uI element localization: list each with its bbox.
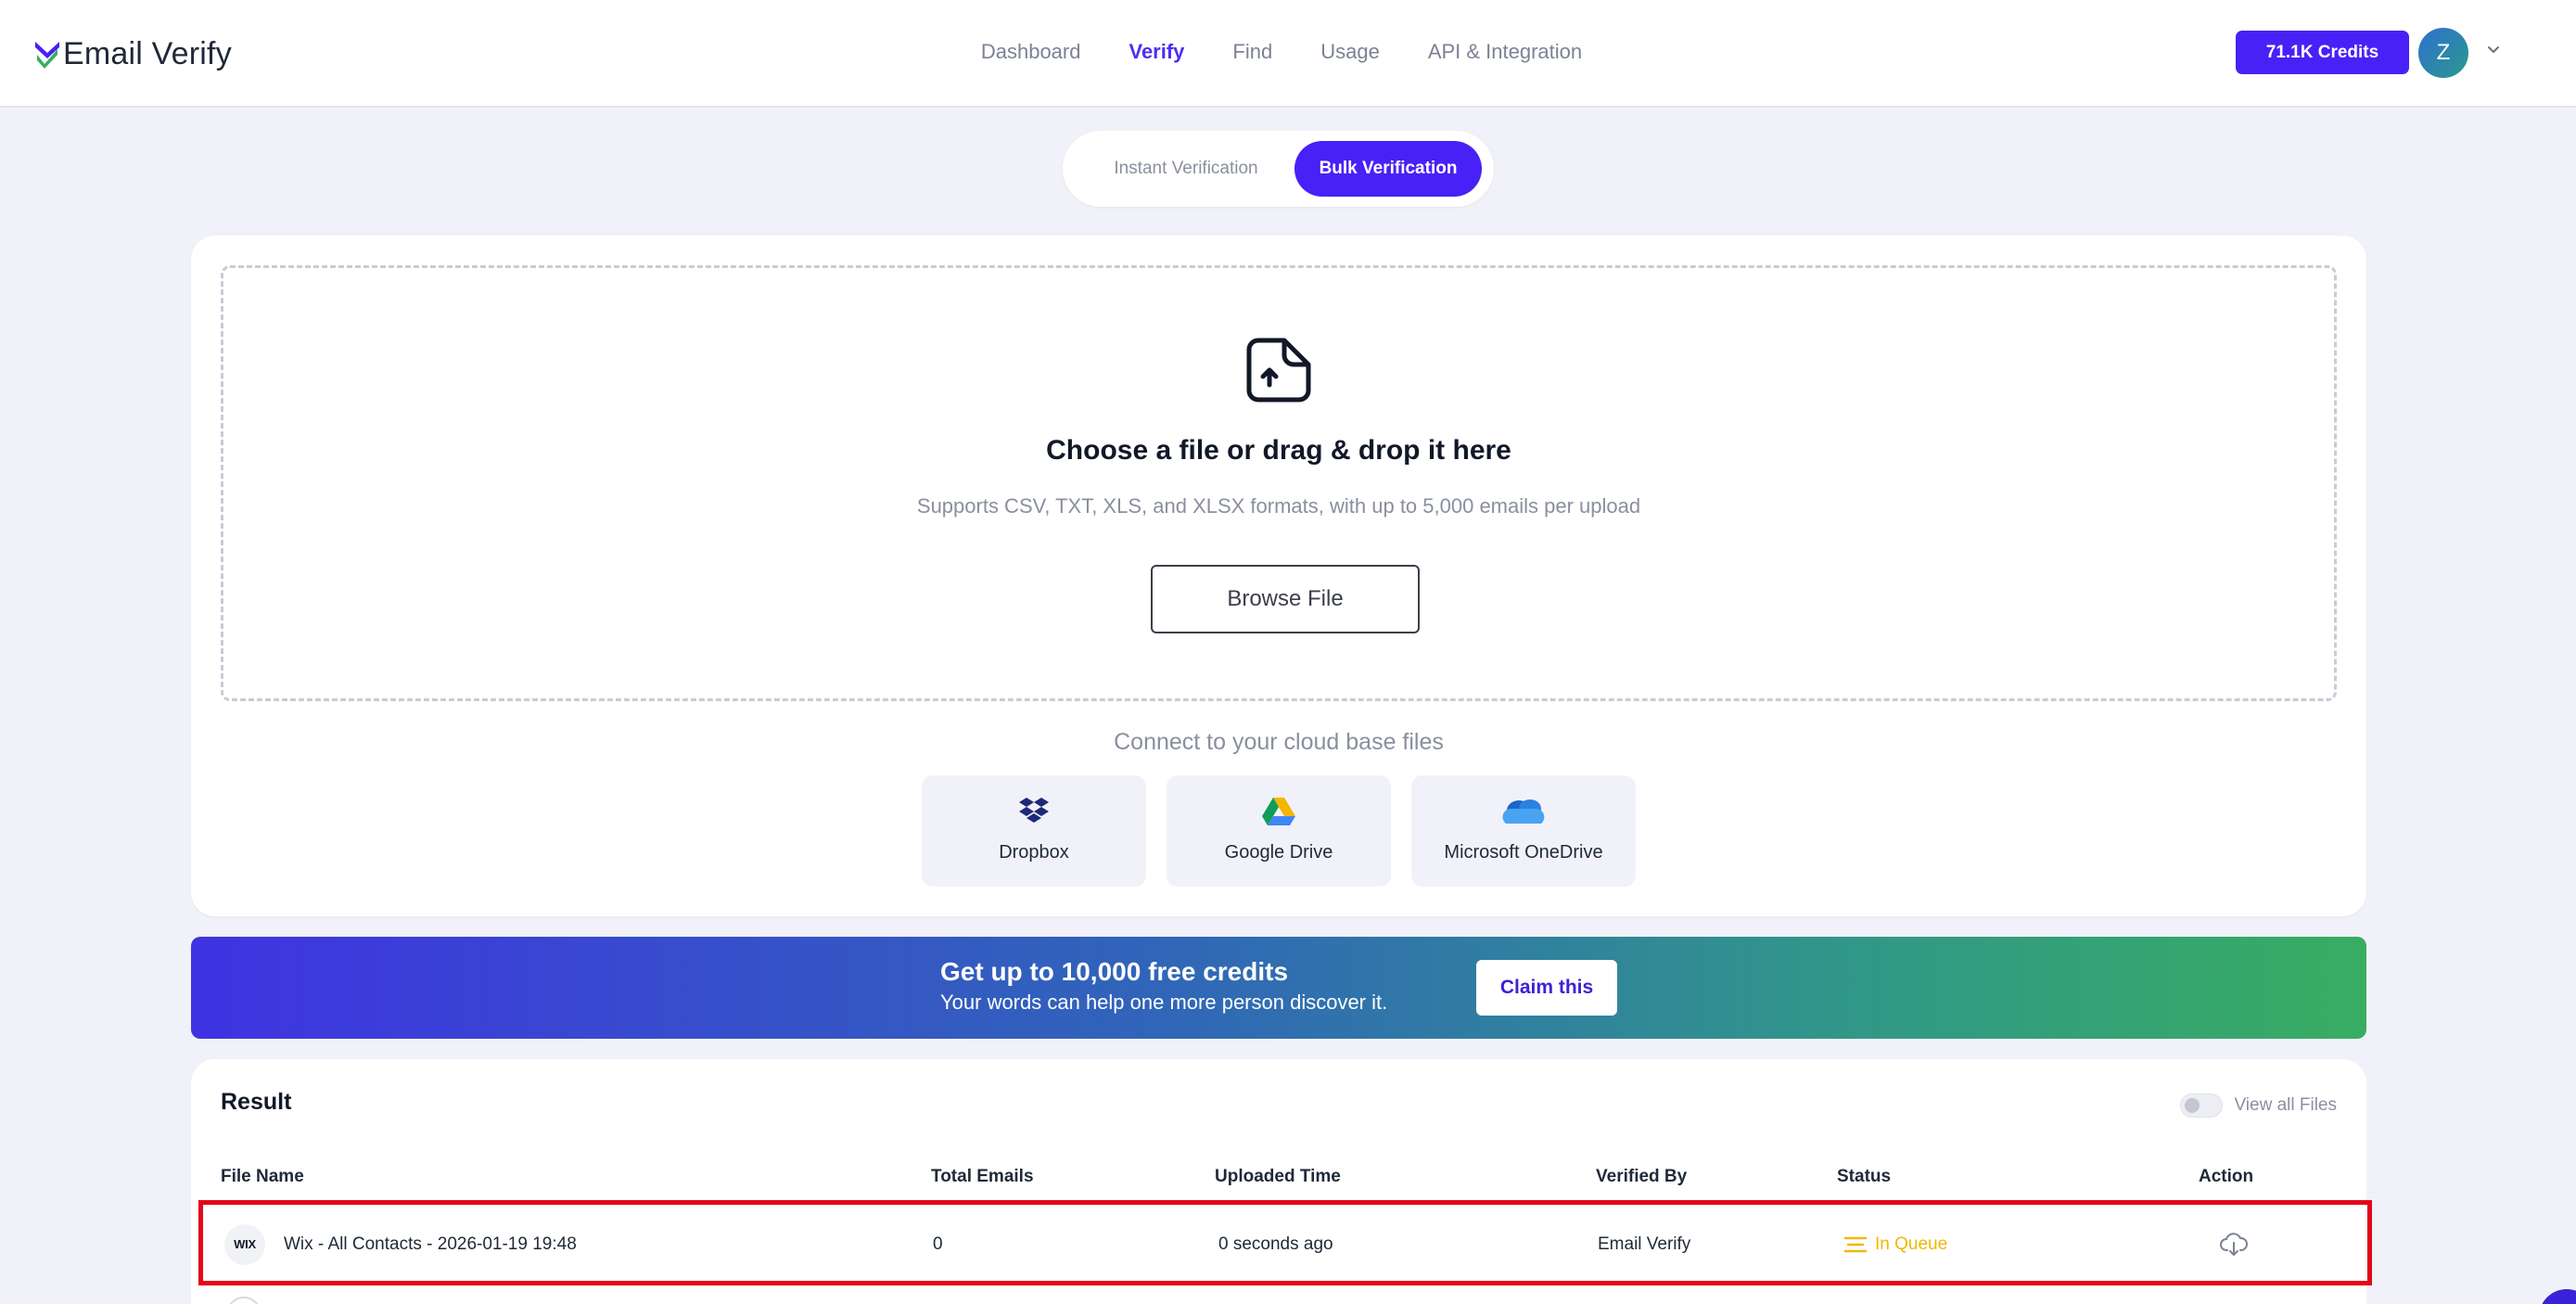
table-row[interactable]: WIX Wix - All Contacts - 2026-01-19 19:4… [198,1200,2359,1289]
file-name-cell: Wix - All Contacts - 2026-01-19 19:48 [284,1234,577,1254]
toggle-label: View all Files [2234,1095,2337,1115]
top-navbar: Email Verify Dashboard Verify Find Usage… [0,0,2576,108]
queue-icon [1843,1236,1868,1253]
status-badge: In Queue [1843,1200,1947,1289]
dropbox-button[interactable]: Dropbox [922,775,1146,887]
verification-mode-switch: Instant Verification Bulk Verification [1063,131,1494,207]
nav-api-integration[interactable]: API & Integration [1428,33,1582,70]
result-title: Result [221,1089,292,1115]
nav-find[interactable]: Find [1232,33,1272,70]
col-status: Status [1837,1167,1892,1186]
onedrive-label: Microsoft OneDrive [1444,842,1603,863]
col-action: Action [2199,1167,2254,1186]
chat-widget-button[interactable] [2539,1289,2576,1304]
google-drive-icon [1262,798,1295,825]
status-text: In Queue [1875,1234,1948,1254]
col-total-emails: Total Emails [931,1167,1034,1186]
promo-title: Get up to 10,000 free credits [940,957,1289,986]
result-card: Result View all Files File Name Total Em… [191,1059,2366,1304]
google-drive-label: Google Drive [1224,842,1333,863]
tab-instant-verification[interactable]: Instant Verification [1070,141,1302,197]
tab-bulk-verification[interactable]: Bulk Verification [1294,141,1482,197]
promo-subtitle: Your words can help one more person disc… [940,991,1388,1014]
nav-verify[interactable]: Verify [1129,33,1184,70]
app-root: Email Verify Dashboard Verify Find Usage… [0,0,2576,1304]
browse-file-button[interactable]: Browse File [1151,565,1420,633]
nav-usage[interactable]: Usage [1320,33,1380,70]
col-file-name: File Name [221,1167,304,1186]
credits-button[interactable]: 71.1K Credits [2236,31,2409,74]
upload-card: Choose a file or drag & drop it here Sup… [191,236,2366,916]
claim-button[interactable]: Claim this [1476,960,1617,1016]
onedrive-icon [1502,799,1545,824]
wix-logo-icon: WIX [224,1224,265,1265]
dropbox-label: Dropbox [999,842,1069,863]
uploaded-time-cell: 0 seconds ago [1218,1234,1333,1254]
total-emails-cell: 0 [933,1234,943,1254]
user-avatar[interactable]: Z [2418,28,2468,78]
dropzone-title: Choose a file or drag & drop it here [1046,435,1511,466]
download-action[interactable] [2220,1200,2257,1289]
main-nav: Dashboard Verify Find Usage API & Integr… [0,33,2576,70]
chevron-down-icon[interactable] [2485,41,2502,58]
cloud-connect-title: Connect to your cloud base files [1114,729,1444,755]
view-all-files-toggle[interactable]: View all Files [2180,1093,2337,1119]
nav-dashboard[interactable]: Dashboard [981,33,1081,70]
google-drive-button[interactable]: Google Drive [1167,775,1391,887]
verified-by-cell: Email Verify [1598,1234,1691,1254]
file-dropzone[interactable]: Choose a file or drag & drop it here Sup… [221,265,2337,701]
file-upload-icon [1246,338,1311,403]
toggle-switch[interactable] [2180,1093,2224,1118]
free-credits-banner: Get up to 10,000 free credits Your words… [191,937,2366,1039]
col-verified-by: Verified By [1596,1167,1688,1186]
col-uploaded-time: Uploaded Time [1215,1167,1341,1186]
cloud-download-icon [2220,1233,2248,1256]
dropbox-icon [1019,798,1049,823]
dropzone-subtitle: Supports CSV, TXT, XLS, and XLSX formats… [916,494,1641,518]
onedrive-button[interactable]: Microsoft OneDrive [1411,775,1636,887]
